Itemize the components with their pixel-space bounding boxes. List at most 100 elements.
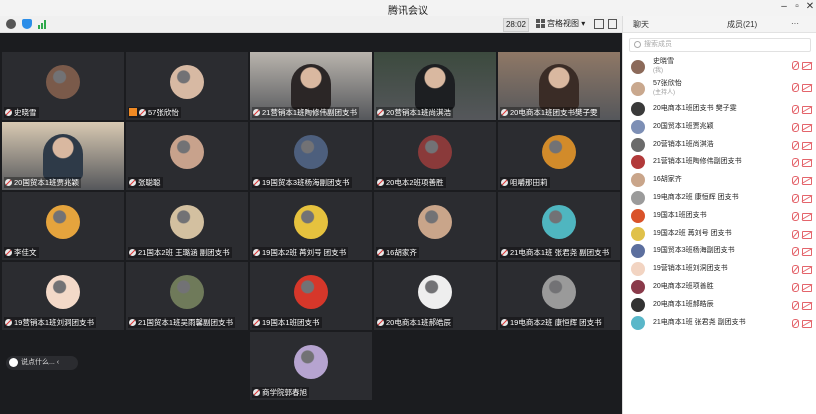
camera-off-icon[interactable]: [802, 62, 812, 70]
camera-off-icon[interactable]: [802, 266, 812, 275]
participant-tile[interactable]: 商学院郭春旭: [250, 332, 372, 400]
window-title: 腾讯会议: [388, 6, 428, 17]
participant-tile[interactable]: 张聪聪: [126, 122, 248, 190]
member-row[interactable]: 20国贸本1班贾兆颖: [623, 118, 816, 136]
participant-tile[interactable]: 20国贸本1班贾兆颖: [2, 122, 124, 190]
participant-name-tag: 史晓雪: [4, 107, 39, 118]
mic-muted-icon: [377, 109, 384, 116]
mic-off-icon[interactable]: [792, 61, 799, 70]
participant-tile[interactable]: 21营销本1班陶修伟副团支书: [250, 52, 372, 120]
participant-tile[interactable]: 57张欣怡: [126, 52, 248, 120]
participant-tile[interactable]: 19电商本2班 康恒辉 团支书: [498, 262, 620, 330]
chat-icon: [9, 357, 18, 367]
participant-tile[interactable]: 咀嚼那田莉: [498, 122, 620, 190]
participant-tile[interactable]: 21电商本1班 张君尧 副团支书: [498, 192, 620, 260]
camera-off-icon[interactable]: [802, 248, 812, 257]
mic-off-icon[interactable]: [792, 300, 799, 310]
camera-off-icon[interactable]: [802, 84, 812, 92]
mic-off-icon[interactable]: [792, 105, 799, 114]
member-row[interactable]: 20电商本1班团支书 樊子雯: [623, 100, 816, 118]
participant-tile[interactable]: 19营销本1班刘洞团支书: [2, 262, 124, 330]
member-row[interactable]: 19营销本1班刘洞团支书: [623, 260, 816, 278]
camera-off-icon[interactable]: [802, 106, 812, 114]
participant-tile[interactable]: 史晓雪: [2, 52, 124, 120]
close-icon[interactable]: ✕: [804, 1, 816, 12]
participant-tile[interactable]: 20营销本1班尚淇浩: [374, 52, 496, 120]
member-row[interactable]: 19国本2班 苒刘号 团支书: [623, 225, 816, 243]
camera-off-icon[interactable]: [802, 123, 812, 132]
mic-off-icon[interactable]: [792, 282, 799, 292]
member-row[interactable]: 19国贸本3班杨海副团支书: [623, 242, 816, 260]
chat-input-preview[interactable]: 说点什么... ‹: [6, 356, 78, 370]
mic-off-icon[interactable]: [792, 158, 799, 168]
camera-off-icon[interactable]: [802, 141, 812, 150]
participant-tile[interactable]: 21国贸本1班吴雨馨副团支书: [126, 262, 248, 330]
camera-off-icon[interactable]: [802, 212, 812, 221]
member-row[interactable]: 57张欣怡 (主持人): [623, 78, 816, 100]
participant-name: 19国贸本3班杨海副团支书: [262, 178, 350, 187]
mic-muted-icon: [129, 319, 136, 326]
member-row[interactable]: 20电商本1班郝皓辰: [623, 296, 816, 314]
member-row[interactable]: 19国本1班团支书: [623, 207, 816, 225]
camera-off-icon[interactable]: [802, 194, 812, 203]
panel-tabs: 聊天 成员(21) ···: [623, 16, 816, 33]
member-row[interactable]: 16胡家齐: [623, 171, 816, 189]
mic-off-icon[interactable]: [792, 122, 799, 132]
info-icon[interactable]: [6, 19, 16, 29]
camera-off-icon[interactable]: [802, 177, 812, 186]
tab-members[interactable]: 成员(21): [727, 19, 757, 30]
camera-off-icon[interactable]: [802, 159, 812, 168]
minimize-icon[interactable]: –: [778, 1, 790, 12]
camera-off-icon[interactable]: [802, 283, 812, 292]
participant-tile[interactable]: 16胡家齐: [374, 192, 496, 260]
participant-tile[interactable]: 19国本2班 苒刘号 团支书: [250, 192, 372, 260]
camera-off-icon[interactable]: [802, 230, 812, 239]
mic-muted-icon: [253, 319, 260, 326]
member-row[interactable]: 史晓雪 (我): [623, 56, 816, 78]
panel-toggle-icon[interactable]: [608, 19, 617, 29]
participant-tile[interactable]: 21国本2班 王璐涵 副团支书: [126, 192, 248, 260]
member-name: 16胡家齐: [653, 176, 682, 184]
camera-off-icon[interactable]: [802, 319, 812, 328]
mic-off-icon[interactable]: [792, 83, 799, 92]
member-row[interactable]: 19电商本2班 康恒辉 团支书: [623, 189, 816, 207]
member-search-input[interactable]: 搜索成员: [629, 38, 811, 52]
member-row[interactable]: 21营销本1班陶修伟副团支书: [623, 153, 816, 171]
participant-name: 57张欣怡: [148, 108, 179, 117]
member-name: 20国贸本1班贾兆颖: [653, 122, 714, 130]
participant-name: 21营销本1班陶修伟副团支书: [262, 108, 358, 117]
participant-tile[interactable]: 20电商本1班团支书樊子雯: [498, 52, 620, 120]
mic-off-icon[interactable]: [792, 211, 799, 221]
participant-tile[interactable]: 19国本1班团支书: [250, 262, 372, 330]
mic-off-icon[interactable]: [792, 140, 799, 150]
avatar: [418, 275, 452, 309]
member-name: 19国本2班 苒刘号 团支书: [653, 229, 732, 237]
more-options[interactable]: ···: [791, 19, 799, 28]
participant-tile[interactable]: 李佳文: [2, 192, 124, 260]
avatar: [294, 205, 328, 239]
member-row[interactable]: 21电商本1班 张君尧 副团支书: [623, 314, 816, 332]
participant-name-tag: 21电商本1班 张君尧 副团支书: [500, 247, 612, 258]
participant-tile[interactable]: 19国贸本3班杨海副团支书: [250, 122, 372, 190]
member-name: 19营销本1班刘洞团支书: [653, 265, 728, 273]
mic-off-icon[interactable]: [792, 229, 799, 239]
camera-off-icon[interactable]: [802, 301, 812, 310]
member-avatar: [631, 315, 645, 330]
avatar: [418, 135, 452, 169]
mic-off-icon[interactable]: [792, 176, 799, 186]
grid-view-button[interactable]: 宫格视图 ▾: [536, 18, 585, 30]
member-name: 19国贸本3班杨海副团支书: [653, 247, 735, 255]
restore-icon[interactable]: ▫: [791, 1, 803, 12]
mic-off-icon[interactable]: [792, 318, 799, 328]
member-name: 20电商本1班团支书 樊子雯: [653, 105, 737, 112]
mic-off-icon[interactable]: [792, 193, 799, 203]
participant-tile[interactable]: 20电商本1班郝皓辰: [374, 262, 496, 330]
participant-tile[interactable]: 20电本2班项善胜: [374, 122, 496, 190]
fullscreen-icon[interactable]: [594, 19, 604, 29]
member-row[interactable]: 20营销本1班尚淇浩: [623, 136, 816, 154]
shield-icon[interactable]: [22, 19, 32, 29]
tab-chat[interactable]: 聊天: [633, 19, 649, 30]
member-row[interactable]: 20电商本2班项善胜: [623, 278, 816, 296]
mic-off-icon[interactable]: [792, 247, 799, 257]
mic-off-icon[interactable]: [792, 265, 799, 275]
